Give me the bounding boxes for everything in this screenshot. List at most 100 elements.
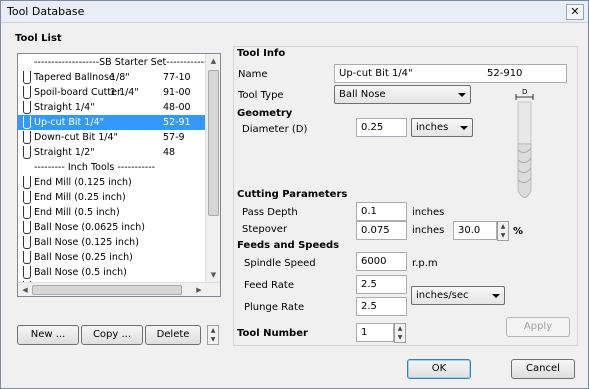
increment-arrow-icon[interactable]: ▲ [395,324,405,333]
tool-list-item[interactable]: Down-cut Bit 1/4" 57-9 [18,130,206,145]
diameter-label: Diameter (D) [242,124,308,135]
increment-arrow-icon[interactable]: ▲ [498,222,508,231]
tool-list-item[interactable]: Ball Nose (0.125 inch) [18,235,206,250]
scroll-down-arrow-icon[interactable]: ▼ [206,268,220,282]
tool-list-item[interactable]: Spoil-board Cutter 1 1/4" 91-00 [18,85,206,100]
tool-list-item[interactable]: Straight 1/4" 48-00 [18,100,206,115]
stepover-percent-spinner[interactable]: ▲ ▼ [497,221,509,241]
diameter-unit-value: inches [416,122,449,133]
close-button[interactable]: ✕ [566,4,584,20]
tool-item-name: Up-cut Bit 1/4" [34,117,104,128]
decrement-arrow-icon[interactable]: ▼ [395,333,405,342]
rate-unit-select[interactable]: inches/sec [411,286,505,305]
move-down-arrow-icon[interactable]: ▼ [208,335,218,344]
tool-item-name: Down-cut Bit 1/4" [34,132,118,143]
tool-item-name: End Mill (0.25 inch) [34,192,126,203]
tool-item-name: End Mill (0.5 inch) [34,207,120,218]
move-up-arrow-icon[interactable]: ▲ [208,326,218,335]
feed-rate-label: Feed Rate [244,280,294,291]
diameter-input[interactable]: 0.25 [356,118,407,137]
feeds-speeds-heading: Feeds and Speeds [237,240,340,251]
scroll-right-arrow-icon[interactable]: ▶ [192,283,206,296]
chevron-down-icon [458,93,466,97]
delete-tool-button[interactable]: Delete [145,325,201,345]
tool-bit-icon [21,86,31,99]
tool-list-item[interactable]: End Mill (0.25 inch) [18,190,206,205]
tool-item-name: Straight 1/4" [34,102,95,113]
tool-bit-icon [21,221,31,234]
new-tool-button[interactable]: New ... [17,325,79,345]
tool-list-item[interactable]: Ball Nose (0.5 inch) [18,265,206,280]
stepover-unit: inches [412,225,445,236]
tool-order-spinner[interactable]: ▲ ▼ [207,325,219,345]
tool-list-item[interactable]: Ball Nose (0.0625 inch) [18,220,206,235]
tool-list-heading: Tool List [15,33,62,44]
name-label: Name [238,69,268,80]
horizontal-scrollbar[interactable]: ◀ ▶ [18,282,220,296]
tool-name-input[interactable]: Up-cut Bit 1/4" 52-910 [334,64,567,83]
decrement-arrow-icon[interactable]: ▼ [498,231,508,240]
scroll-up-arrow-icon[interactable]: ▲ [206,54,220,68]
list-group-header[interactable]: --------- Inch Tools ----------- [18,160,206,175]
stepover-label: Stepover [242,224,288,235]
tool-item-name: Ball Nose (0.5 inch) [34,267,127,278]
pass-depth-input[interactable]: 0.1 [356,202,407,221]
ok-button[interactable]: OK [407,359,471,379]
tool-item-name: --------- Inch Tools ----------- [34,162,156,173]
rate-unit-value: inches/sec [416,290,469,301]
scroll-left-arrow-icon[interactable]: ◀ [18,283,32,296]
pass-depth-label: Pass Depth [242,207,298,218]
tool-name-value: Up-cut Bit 1/4" [339,68,413,79]
tool-item-name: End Mill (0.125 inch) [34,177,132,188]
plunge-rate-input[interactable]: 2.5 [356,297,407,316]
percent-sign: % [513,226,524,237]
tool-list-item[interactable]: Ball Nose (0.25 inch) [18,250,206,265]
tool-bit-icon [21,266,31,279]
spindle-speed-label: Spindle Speed [244,258,316,269]
spindle-speed-input[interactable]: 6000 [356,252,407,271]
geometry-heading: Geometry [237,108,293,119]
apply-button[interactable]: Apply [506,317,570,337]
diameter-diagram-label: D [522,88,527,96]
pass-depth-unit: inches [412,207,445,218]
tool-number-input[interactable]: 1 [356,323,394,342]
tool-bit-icon [21,71,31,84]
horizontal-scroll-thumb[interactable] [32,285,182,295]
tool-info-heading: Tool Info [237,48,286,59]
tool-number-spinner[interactable]: ▲ ▼ [394,323,406,343]
tool-list-item[interactable]: End Mill (0.5 inch) [18,205,206,220]
stepover-percent-input[interactable]: 30.0 [453,221,497,240]
chevron-down-icon [460,126,468,130]
tool-database-dialog: Tool Database ✕ Tool List --------------… [0,0,589,389]
tool-list-item[interactable]: Up-cut Bit 1/4" 52-91 [18,115,206,130]
tool-code-value: 52-910 [487,68,523,79]
tool-number-label: Tool Number [237,328,308,339]
tool-list-item[interactable]: End Mill (0.125 inch) [18,175,206,190]
tool-bit-icon [21,131,31,144]
stepover-input[interactable]: 0.075 [356,221,407,240]
tool-listbox[interactable]: -------------------SB Starter Set-------… [17,53,221,297]
tool-list-item[interactable]: Tapered Ballnose 1/8" 77-10 [18,70,206,85]
tool-item-name: Straight 1/2" [34,147,95,158]
list-group-header[interactable]: -------------------SB Starter Set-------… [18,55,220,70]
tool-item-name: Ball Nose (0.125 inch) [34,237,139,248]
tool-bit-icon [21,191,31,204]
tool-list-item[interactable]: Straight 1/2" 48 [18,145,206,160]
chevron-down-icon [492,294,500,298]
diameter-unit-select[interactable]: inches [411,118,473,137]
tool-type-select[interactable]: Ball Nose [334,85,471,104]
copy-tool-button[interactable]: Copy ... [81,325,143,345]
tool-item-size: 1 1/4" [110,87,139,98]
tool-bit-icon [21,206,31,219]
tool-item-name: Spoil-board Cutter [34,87,121,98]
tool-bit-icon [21,116,31,129]
tool-item-code: 91-00 [163,87,191,98]
tool-item-code: 52-91 [163,117,191,128]
spindle-speed-unit: r.p.m [412,258,438,269]
tool-type-value: Ball Nose [339,89,386,100]
cancel-button[interactable]: Cancel [511,359,575,379]
window-title: Tool Database [7,5,85,18]
feed-rate-input[interactable]: 2.5 [356,275,407,294]
vertical-scroll-thumb[interactable] [208,70,219,216]
vertical-scrollbar[interactable]: ▲ ▼ [205,54,220,282]
